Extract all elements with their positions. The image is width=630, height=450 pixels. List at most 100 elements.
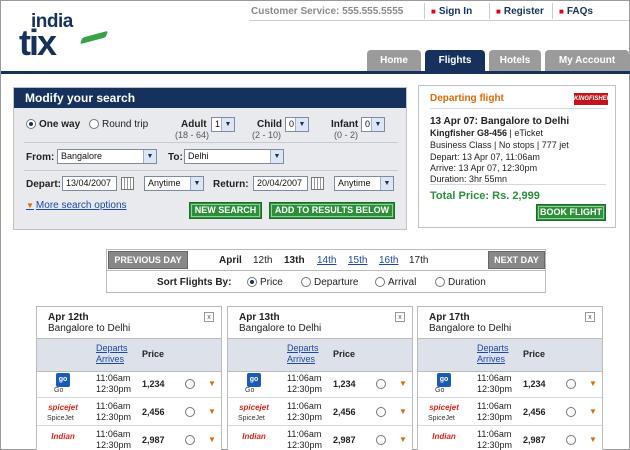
expand-details-icon[interactable]: ▼ — [208, 379, 216, 388]
card-route: Bangalore to Delhi — [429, 323, 512, 334]
go-airline-logo: go — [437, 373, 451, 387]
expand-details-icon[interactable]: ▼ — [589, 379, 597, 388]
tab-my-account[interactable]: My Account — [545, 50, 629, 72]
sort-duration-radio[interactable] — [435, 277, 445, 287]
flight-times: 11:06am 12:30pm — [96, 373, 132, 394]
flight-price: 1,234 — [142, 379, 165, 389]
airline-name: SpiceJet — [238, 415, 265, 422]
return-date-input[interactable]: 20/04/2007 — [253, 176, 308, 191]
divider — [24, 142, 398, 143]
adult-select[interactable]: 1 ▼ — [211, 117, 235, 132]
expand-details-icon[interactable]: ▼ — [589, 435, 597, 444]
indian-airline-logo: Indian — [51, 432, 75, 441]
chevron-down-icon: ▼ — [295, 118, 308, 131]
flight-price: 2,987 — [333, 435, 356, 445]
card-table-header: Departs Arrives Price — [418, 338, 602, 372]
sort-price-label[interactable]: Price — [260, 277, 283, 288]
indian-airline-logo: Indian — [432, 432, 456, 441]
spicejet-airline-logo: spicejet — [239, 403, 269, 412]
divider — [424, 3, 425, 19]
sign-in-link[interactable]: ■ Sign In — [431, 6, 472, 17]
day-15th-link[interactable]: 15th — [348, 255, 367, 266]
faqs-link[interactable]: ■ FAQs — [559, 6, 593, 17]
airline-logo: spicejet SpiceJet — [424, 401, 464, 423]
flight-times: 11:06am 12:30pm — [96, 429, 132, 450]
select-flight-radio[interactable] — [376, 435, 386, 445]
one-way-radio[interactable] — [26, 119, 36, 129]
card-route: Bangalore to Delhi — [239, 323, 322, 334]
divider — [430, 184, 606, 185]
previous-day-button[interactable]: PREVIOUS DAY — [108, 251, 188, 269]
go-airline-logo: go — [56, 373, 70, 387]
select-flight-radio[interactable] — [376, 379, 386, 389]
expand-details-icon[interactable]: ▼ — [589, 407, 597, 416]
tab-home[interactable]: Home — [367, 50, 421, 72]
to-select[interactable]: Delhi ▼ — [184, 149, 284, 164]
sort-departure-radio[interactable] — [301, 277, 311, 287]
chevron-down-icon: ▼ — [371, 118, 384, 131]
sort-price-radio[interactable] — [247, 277, 257, 287]
sort-arrival-radio[interactable] — [375, 277, 385, 287]
tab-flights[interactable]: Flights — [425, 50, 485, 72]
expand-details-icon[interactable]: ▼ — [208, 435, 216, 444]
day-16th-link[interactable]: 16th — [379, 255, 398, 266]
close-icon[interactable]: x — [395, 312, 405, 322]
spicejet-airline-logo: spicejet — [429, 403, 459, 412]
more-search-options-link[interactable]: ▼ More search options — [26, 200, 127, 211]
result-card: Apr 12th Bangalore to Delhi x Departs Arrive… — [36, 306, 222, 450]
book-flight-button[interactable]: BOOK FLIGHT — [536, 204, 606, 221]
select-flight-radio[interactable] — [566, 435, 576, 445]
select-flight-radio[interactable] — [185, 435, 195, 445]
flight-row: spicejet SpiceJet 11:06am 12:30pm 2,456 ▼ — [418, 398, 602, 426]
next-day-button[interactable]: NEXT DAY — [488, 251, 545, 269]
from-label: From: — [26, 152, 55, 163]
round-trip-radio[interactable] — [89, 119, 99, 129]
depart-date-input[interactable]: 13/04/2007 — [62, 176, 117, 191]
card-date: Apr 17th — [429, 312, 470, 323]
child-select[interactable]: 0 ▼ — [285, 117, 309, 132]
select-flight-radio[interactable] — [566, 407, 576, 417]
expand-details-icon[interactable]: ▼ — [208, 407, 216, 416]
airline-name: Go — [245, 387, 255, 394]
calendar-icon[interactable] — [311, 177, 324, 190]
expand-details-icon[interactable]: ▼ — [399, 379, 407, 388]
departing-flight-title: Departing flight — [430, 93, 504, 104]
from-select[interactable]: Bangalore ▼ — [57, 149, 157, 164]
card-table-header: Departs Arrives Price — [228, 338, 412, 372]
go-airline-logo: go — [247, 373, 261, 387]
close-icon[interactable]: x — [585, 312, 595, 322]
child-range: (2 - 10) — [252, 130, 282, 140]
select-flight-radio[interactable] — [566, 379, 576, 389]
airline-logo: spicejet SpiceJet — [43, 401, 83, 423]
depart-time-select[interactable]: Anytime ▼ — [144, 176, 204, 191]
add-to-results-button[interactable]: ADD TO RESULTS BELOW — [269, 202, 395, 219]
close-icon[interactable]: x — [204, 312, 214, 322]
expand-details-icon[interactable]: ▼ — [399, 435, 407, 444]
one-way-label[interactable]: One way — [39, 119, 80, 130]
indiatix-logo[interactable]: india tix — [19, 9, 109, 67]
flight-times: 11:06am 12:30pm — [477, 401, 513, 422]
register-link[interactable]: ■ Register — [496, 6, 544, 17]
sort-departs-arrives-link[interactable]: Departs Arrives — [96, 343, 128, 365]
calendar-icon[interactable] — [121, 177, 134, 190]
sort-departure-label[interactable]: Departure — [314, 277, 358, 288]
return-time-select[interactable]: Anytime ▼ — [334, 176, 394, 191]
triangle-down-icon: ▼ — [26, 201, 34, 210]
sort-departs-arrives-link[interactable]: Departs Arrives — [287, 343, 319, 365]
tab-hotels[interactable]: Hotels — [489, 50, 541, 72]
select-flight-radio[interactable] — [185, 407, 195, 417]
select-flight-radio[interactable] — [185, 379, 195, 389]
sort-departs-arrives-link[interactable]: Departs Arrives — [477, 343, 509, 365]
new-search-button[interactable]: NEW SEARCH — [189, 202, 262, 219]
sort-duration-label[interactable]: Duration — [448, 277, 486, 288]
select-flight-radio[interactable] — [376, 407, 386, 417]
month-label: April — [219, 255, 242, 266]
to-label: To: — [168, 152, 183, 163]
day-14th-link[interactable]: 14th — [317, 255, 336, 266]
sort-arrival-label[interactable]: Arrival — [388, 277, 416, 288]
infant-select[interactable]: 0 ▼ — [361, 117, 385, 132]
flight-depart-time: Depart: 13 Apr 07, 11:06am — [430, 152, 540, 162]
flight-times: 11:06am 12:30pm — [287, 429, 323, 450]
expand-details-icon[interactable]: ▼ — [399, 407, 407, 416]
round-trip-label[interactable]: Round trip — [102, 119, 148, 130]
